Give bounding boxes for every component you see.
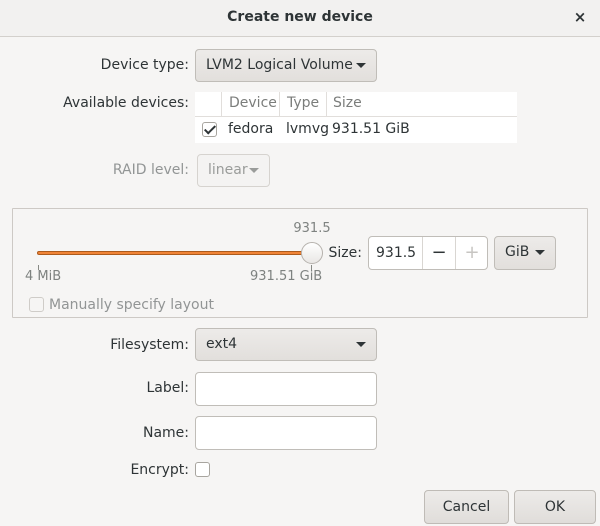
chevron-down-icon: [535, 250, 545, 255]
manual-layout-label: Manually specify layout: [49, 297, 214, 313]
encrypt-checkbox[interactable]: [195, 462, 210, 477]
raid-level-combo: linear: [197, 154, 270, 187]
slider-max-label: 931.51 GiB: [250, 269, 323, 284]
device-type: lvmvg: [286, 121, 329, 137]
chevron-down-icon: [356, 342, 366, 347]
table-header: Device Type Size: [195, 92, 517, 117]
size-slider-track[interactable]: [37, 251, 313, 255]
size-unit-combo[interactable]: GiB: [494, 236, 556, 270]
device-type-value: LVM2 Logical Volume: [206, 57, 353, 73]
encrypt-label: Encrypt:: [130, 462, 189, 478]
label-input[interactable]: [195, 372, 377, 406]
name-input[interactable]: [195, 416, 377, 450]
size-spinbutton: − +: [368, 236, 488, 270]
device-checkbox[interactable]: [202, 122, 217, 137]
column-divider: [279, 92, 280, 117]
chevron-down-icon: [356, 63, 366, 68]
size-label: Size:: [328, 245, 362, 261]
table-row[interactable]: fedora lvmvg 931.51 GiB: [195, 117, 517, 143]
manual-layout-checkbox[interactable]: [29, 297, 44, 312]
close-icon[interactable]: ×: [572, 8, 588, 26]
slider-min-label: 4 MiB: [25, 269, 62, 284]
raid-level-label: RAID level:: [112, 162, 189, 178]
available-devices-label: Available devices:: [63, 95, 189, 111]
dialog-title: Create new device: [227, 9, 373, 25]
column-header-device[interactable]: Device: [229, 95, 277, 111]
filesystem-label: Filesystem:: [110, 337, 189, 353]
slider-value-label: 931.5: [293, 221, 331, 236]
filesystem-value: ext4: [206, 336, 238, 352]
column-header-size[interactable]: Size: [333, 95, 362, 111]
device-type-label: Device type:: [100, 57, 189, 73]
column-divider: [221, 92, 222, 117]
raid-level-value: linear: [208, 162, 248, 178]
title-bar: Create new device ×: [0, 0, 600, 37]
device-type-combo[interactable]: LVM2 Logical Volume: [195, 49, 377, 82]
size-unit-value: GiB: [505, 244, 530, 260]
chevron-down-icon: [249, 168, 259, 173]
filesystem-combo[interactable]: ext4: [195, 328, 377, 361]
name-field-label: Name:: [142, 425, 189, 441]
cancel-button[interactable]: Cancel: [424, 490, 509, 524]
column-divider: [326, 92, 327, 117]
device-size: 931.51 GiB: [332, 121, 410, 137]
device-name: fedora: [228, 121, 274, 137]
size-input[interactable]: [369, 237, 423, 269]
decrease-button[interactable]: −: [422, 237, 455, 269]
label-field-label: Label:: [146, 380, 190, 396]
available-devices-table: Device Type Size fedora lvmvg 931.51 GiB: [195, 92, 517, 143]
column-header-type[interactable]: Type: [287, 95, 319, 111]
increase-button[interactable]: +: [455, 237, 488, 269]
ok-button[interactable]: OK: [514, 490, 596, 524]
